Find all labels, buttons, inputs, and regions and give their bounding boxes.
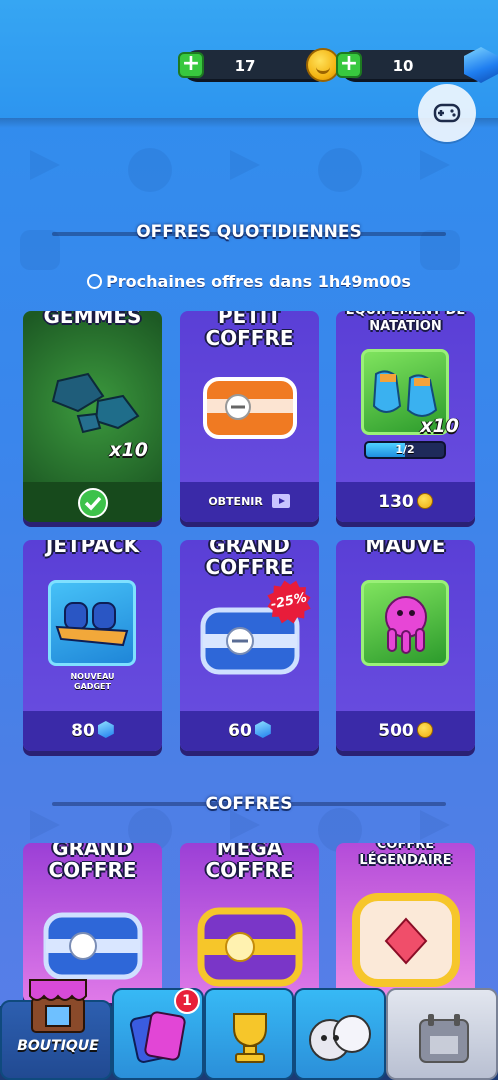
gem-value: 10 bbox=[392, 57, 414, 75]
chest-title: GRAND COFFRE bbox=[48, 843, 137, 882]
trophy-icon bbox=[233, 1013, 267, 1063]
nav-tab-cards[interactable]: 1 bbox=[112, 988, 204, 1080]
offer-title: JETPACK bbox=[45, 540, 140, 557]
offer-card-jetpack[interactable]: JETPACK NOUVEAU GADGET 80 bbox=[23, 540, 162, 751]
offer-price-button[interactable]: 80 bbox=[23, 711, 162, 751]
clock-icon bbox=[87, 274, 103, 289]
coin-value: 17 bbox=[234, 57, 256, 75]
daily-offers-title: OFFRES QUOTIDIENNES bbox=[136, 222, 362, 242]
offer-card-small-chest[interactable]: PETIT COFFRE OBTENIR bbox=[180, 311, 319, 522]
calendar-icon bbox=[419, 1014, 469, 1063]
gamepad-button[interactable] bbox=[418, 84, 476, 142]
progress-bar: 1/2 bbox=[364, 441, 446, 459]
coin-counter: + 17 bbox=[178, 48, 340, 82]
mega-chest-icon bbox=[197, 907, 303, 987]
chest-title: MÉGA COFFRE bbox=[205, 843, 294, 882]
chests-title: COFFRES bbox=[205, 794, 293, 814]
gem-counter: + 10 bbox=[336, 47, 498, 83]
price-value: 500 bbox=[378, 721, 414, 741]
nav-tab-trophies[interactable] bbox=[204, 988, 294, 1080]
mauve-character-icon bbox=[385, 596, 427, 654]
offers-timer: Prochaines offres dans 1h49m00s bbox=[0, 272, 498, 291]
offer-quantity: x10 bbox=[109, 439, 148, 461]
offer-price-button[interactable]: 60 bbox=[180, 711, 319, 751]
flippers-icon bbox=[372, 370, 438, 417]
coin-icon bbox=[416, 493, 433, 509]
offer-card-swim-gear[interactable]: ÉQUIPEMENT DE NATATION x10 1/2 130 bbox=[336, 311, 475, 522]
chest-card-legendary[interactable]: COFFRE LÉGENDAIRE bbox=[336, 843, 475, 1003]
offer-card-mauve-skin[interactable]: MAUVE 500 bbox=[336, 540, 475, 751]
chest-card-mega[interactable]: MÉGA COFFRE bbox=[180, 843, 319, 1003]
checkmark-icon bbox=[77, 488, 108, 518]
offer-title: GEMMES bbox=[43, 311, 142, 328]
item-frame bbox=[48, 580, 136, 666]
nav-tab-events[interactable] bbox=[386, 988, 498, 1080]
nav-tab-friends[interactable] bbox=[294, 988, 386, 1080]
cards-icon bbox=[129, 1011, 186, 1063]
cards-notification-badge: 1 bbox=[174, 988, 200, 1014]
video-icon bbox=[271, 494, 290, 508]
obtain-label: OBTENIR bbox=[208, 495, 263, 508]
offer-price-button[interactable]: 500 bbox=[336, 711, 475, 751]
small-chest-icon bbox=[203, 377, 297, 439]
price-value: 60 bbox=[228, 721, 252, 741]
offer-price-button[interactable]: 130 bbox=[336, 482, 475, 522]
chest-title: COFFRE LÉGENDAIRE bbox=[359, 843, 452, 868]
shop-icon bbox=[29, 979, 87, 1033]
progress-text: 1/2 bbox=[395, 443, 415, 456]
offer-quantity: x10 bbox=[420, 415, 459, 437]
gem-icon bbox=[254, 721, 271, 738]
gamepad-icon bbox=[433, 103, 461, 123]
offer-title: PETIT COFFRE bbox=[205, 311, 294, 350]
bottom-navigation: BOUTIQUE 1 bbox=[0, 979, 498, 1080]
coin-icon bbox=[306, 48, 340, 82]
timer-text: Prochaines offres dans 1h49m00s bbox=[106, 272, 411, 291]
offer-card-big-chest[interactable]: GRAND COFFRE -25% 60 bbox=[180, 540, 319, 751]
friends-icon bbox=[309, 1015, 371, 1061]
offer-footer bbox=[23, 482, 162, 522]
offer-footer: OBTENIR bbox=[180, 482, 319, 522]
gems-pile-icon bbox=[51, 372, 140, 434]
offer-title: ÉQUIPEMENT DE NATATION bbox=[346, 311, 466, 334]
item-frame bbox=[361, 580, 449, 666]
shop-label: BOUTIQUE bbox=[17, 1038, 99, 1054]
jetpack-icon bbox=[55, 602, 129, 647]
gem-icon bbox=[97, 721, 114, 738]
offer-title: MAUVE bbox=[365, 540, 446, 557]
offer-title: GRAND COFFRE bbox=[205, 540, 294, 579]
nav-tab-shop[interactable]: BOUTIQUE bbox=[0, 979, 112, 1080]
legendary-chest-icon bbox=[352, 893, 460, 987]
offer-card-gems[interactable]: GEMMES x10 bbox=[23, 311, 162, 522]
price-value: 130 bbox=[378, 492, 414, 512]
price-value: 80 bbox=[71, 721, 95, 741]
coin-icon bbox=[416, 722, 433, 738]
offer-subtitle: NOUVEAU GADGET bbox=[70, 672, 115, 691]
